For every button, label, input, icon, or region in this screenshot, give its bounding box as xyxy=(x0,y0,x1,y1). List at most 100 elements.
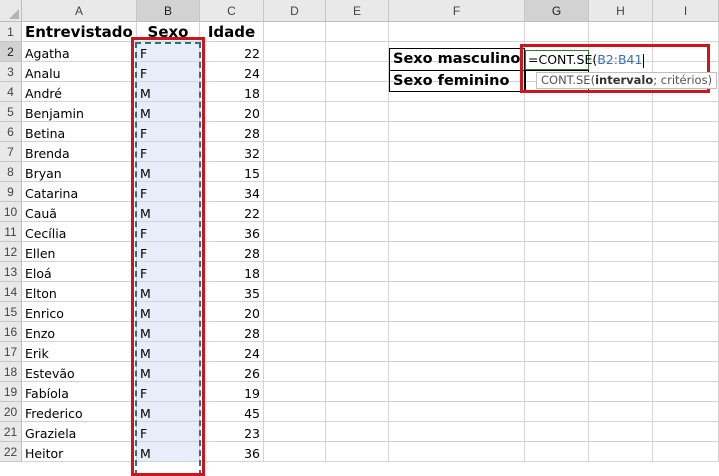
cell-E3[interactable] xyxy=(326,62,389,82)
cell-E11[interactable] xyxy=(326,222,389,242)
row-header-20[interactable]: 20 xyxy=(0,402,22,422)
cell-H15[interactable] xyxy=(589,302,653,322)
cell-A13[interactable]: Eloá xyxy=(22,262,137,282)
cell-A20[interactable]: Frederico xyxy=(22,402,137,422)
cell-H10[interactable] xyxy=(589,202,653,222)
formula-input-cell-G2[interactable]: =CONT.SE(B2:B41 xyxy=(525,50,645,70)
cell-E12[interactable] xyxy=(326,242,389,262)
row-header-10[interactable]: 10 xyxy=(0,202,22,222)
cell-G9[interactable] xyxy=(525,182,589,202)
cell-C7[interactable]: 32 xyxy=(200,142,264,162)
row-header-3[interactable]: 3 xyxy=(0,62,22,82)
row-header-5[interactable]: 5 xyxy=(0,102,22,122)
column-header-h[interactable]: H xyxy=(589,0,653,22)
cell-I6[interactable] xyxy=(653,122,719,142)
row-header-11[interactable]: 11 xyxy=(0,222,22,242)
cell-C8[interactable]: 15 xyxy=(200,162,264,182)
cell-F1[interactable] xyxy=(389,22,525,42)
cell-B8[interactable]: M xyxy=(137,162,200,182)
cell-H11[interactable] xyxy=(589,222,653,242)
cell-A10[interactable]: Cauã xyxy=(22,202,137,222)
cell-C11[interactable]: 36 xyxy=(200,222,264,242)
cell-I5[interactable] xyxy=(653,102,719,122)
cell-D19[interactable] xyxy=(264,382,326,402)
cell-F13[interactable] xyxy=(389,262,525,282)
column-header-d[interactable]: D xyxy=(264,0,326,22)
cell-A21[interactable]: Graziela xyxy=(22,422,137,442)
cell-B19[interactable]: F xyxy=(137,382,200,402)
cell-B15[interactable]: M xyxy=(137,302,200,322)
cell-B22[interactable]: M xyxy=(137,442,200,462)
cell-F21[interactable] xyxy=(389,422,525,442)
cell-G18[interactable] xyxy=(525,362,589,382)
cell-A17[interactable]: Erik xyxy=(22,342,137,362)
cell-D3[interactable] xyxy=(264,62,326,82)
cell-B5[interactable]: M xyxy=(137,102,200,122)
cell-E21[interactable] xyxy=(326,422,389,442)
cell-D14[interactable] xyxy=(264,282,326,302)
row-header-6[interactable]: 6 xyxy=(0,122,22,142)
cell-E15[interactable] xyxy=(326,302,389,322)
cell-C12[interactable]: 28 xyxy=(200,242,264,262)
cell-D16[interactable] xyxy=(264,322,326,342)
cell-G20[interactable] xyxy=(525,402,589,422)
cell-H9[interactable] xyxy=(589,182,653,202)
cell-H18[interactable] xyxy=(589,362,653,382)
cell-B10[interactable]: M xyxy=(137,202,200,222)
cell-A14[interactable]: Elton xyxy=(22,282,137,302)
cell-F5[interactable] xyxy=(389,102,525,122)
cell-G14[interactable] xyxy=(525,282,589,302)
cell-H5[interactable] xyxy=(589,102,653,122)
cell-A22[interactable]: Heitor xyxy=(22,442,137,462)
cell-F17[interactable] xyxy=(389,342,525,362)
cell-H16[interactable] xyxy=(589,322,653,342)
cell-H14[interactable] xyxy=(589,282,653,302)
row-header-2[interactable]: 2 xyxy=(0,42,22,62)
cell-C2[interactable]: 22 xyxy=(200,42,264,62)
cell-G19[interactable] xyxy=(525,382,589,402)
cell-E16[interactable] xyxy=(326,322,389,342)
cell-C6[interactable]: 28 xyxy=(200,122,264,142)
cell-F14[interactable] xyxy=(389,282,525,302)
cell-A6[interactable]: Betina xyxy=(22,122,137,142)
row-header-8[interactable]: 8 xyxy=(0,162,22,182)
cell-I2[interactable] xyxy=(653,42,719,62)
cell-C9[interactable]: 34 xyxy=(200,182,264,202)
cell-B17[interactable]: M xyxy=(137,342,200,362)
cell-D15[interactable] xyxy=(264,302,326,322)
cell-D22[interactable] xyxy=(264,442,326,462)
cell-I1[interactable] xyxy=(653,22,719,42)
cell-F15[interactable] xyxy=(389,302,525,322)
row-header-19[interactable]: 19 xyxy=(0,382,22,402)
cell-D1[interactable] xyxy=(264,22,326,42)
cell-F20[interactable] xyxy=(389,402,525,422)
cell-D9[interactable] xyxy=(264,182,326,202)
cell-H20[interactable] xyxy=(589,402,653,422)
cell-A9[interactable]: Catarina xyxy=(22,182,137,202)
row-header-18[interactable]: 18 xyxy=(0,362,22,382)
cell-H19[interactable] xyxy=(589,382,653,402)
cell-C4[interactable]: 18 xyxy=(200,82,264,102)
column-header-e[interactable]: E xyxy=(326,0,389,22)
row-header-16[interactable]: 16 xyxy=(0,322,22,342)
cell-G8[interactable] xyxy=(525,162,589,182)
cell-D5[interactable] xyxy=(264,102,326,122)
cell-H6[interactable] xyxy=(589,122,653,142)
cell-B6[interactable]: F xyxy=(137,122,200,142)
cell-E20[interactable] xyxy=(326,402,389,422)
row-header-4[interactable]: 4 xyxy=(0,82,22,102)
cell-B3[interactable]: F xyxy=(137,62,200,82)
cell-I22[interactable] xyxy=(653,442,719,462)
cell-H8[interactable] xyxy=(589,162,653,182)
cell-F18[interactable] xyxy=(389,362,525,382)
cell-D11[interactable] xyxy=(264,222,326,242)
cell-B4[interactable]: M xyxy=(137,82,200,102)
cell-I19[interactable] xyxy=(653,382,719,402)
cell-E7[interactable] xyxy=(326,142,389,162)
cell-I7[interactable] xyxy=(653,142,719,162)
cell-B9[interactable]: F xyxy=(137,182,200,202)
cell-I16[interactable] xyxy=(653,322,719,342)
label-sexo-feminino[interactable]: Sexo feminino xyxy=(389,70,525,92)
cell-F12[interactable] xyxy=(389,242,525,262)
cell-E4[interactable] xyxy=(326,82,389,102)
